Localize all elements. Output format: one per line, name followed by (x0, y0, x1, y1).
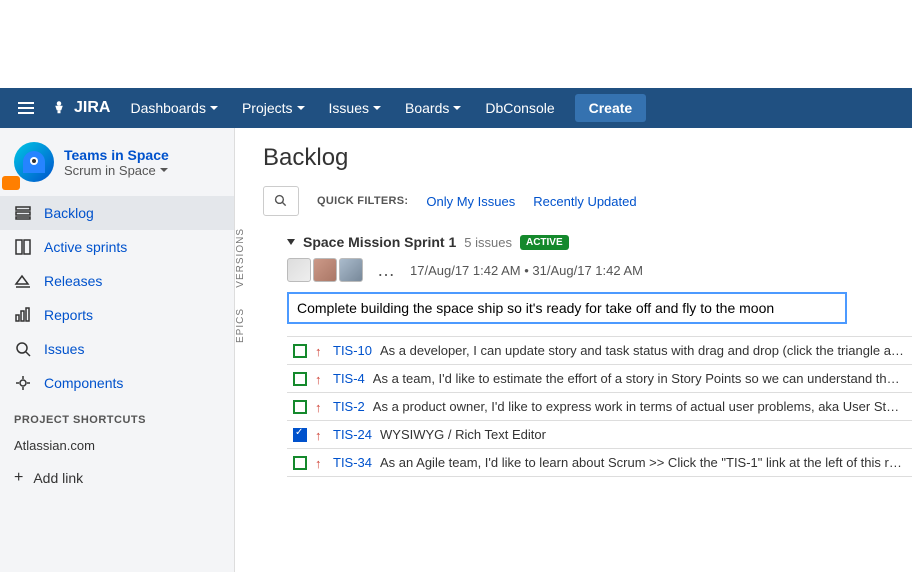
chevron-down-icon (373, 106, 381, 110)
page-title: Backlog (263, 144, 912, 172)
reports-icon (14, 306, 32, 324)
sidebar-item-components[interactable]: Components (0, 366, 234, 400)
issue-row[interactable]: ↑ TIS-10 As a developer, I can update st… (287, 336, 912, 364)
issue-key[interactable]: TIS-24 (333, 427, 372, 442)
quick-filters-row: QUICK FILTERS: Only My Issues Recently U… (263, 186, 912, 216)
issue-key[interactable]: TIS-2 (333, 399, 365, 414)
sidebar-item-active-sprints[interactable]: Active sprints (0, 230, 234, 264)
nav-dbconsole[interactable]: DbConsole (475, 94, 564, 122)
sidebar-item-releases[interactable]: Releases (0, 264, 234, 298)
issue-summary: As an Agile team, I'd like to learn abou… (380, 455, 906, 470)
sidebar-item-label: Active sprints (44, 239, 127, 255)
issue-row[interactable]: ↑ TIS-2 As a product owner, I'd like to … (287, 392, 912, 420)
priority-high-icon: ↑ (315, 372, 325, 386)
sidebar-item-label: Reports (44, 307, 93, 323)
issue-key[interactable]: TIS-4 (333, 371, 365, 386)
avatar[interactable] (287, 258, 311, 282)
nav-issues[interactable]: Issues (319, 94, 391, 122)
sidebar-item-label: Releases (44, 273, 102, 289)
new-issue-input[interactable] (287, 292, 847, 324)
tab-epics[interactable]: EPICS (235, 308, 246, 343)
issue-summary: WYSIWYG / Rich Text Editor (380, 427, 546, 442)
releases-icon (14, 272, 32, 290)
story-icon (293, 344, 307, 358)
story-icon (293, 456, 307, 470)
quick-filters-label: QUICK FILTERS: (317, 195, 408, 207)
project-header: Teams in Space Scrum in Space (0, 142, 234, 196)
quick-filter-recently-updated[interactable]: Recently Updated (533, 194, 636, 209)
priority-high-icon: ↑ (315, 400, 325, 414)
sidebar-item-label: Components (44, 375, 123, 391)
project-name[interactable]: Teams in Space (64, 147, 169, 163)
nav-projects[interactable]: Projects (232, 94, 315, 122)
issue-summary: As a developer, I can update story and t… (380, 343, 906, 358)
issue-list: ↑ TIS-10 As a developer, I can update st… (287, 336, 912, 477)
issue-row[interactable]: ↑ TIS-24 WYSIWYG / Rich Text Editor (287, 420, 912, 448)
sidebar-item-backlog[interactable]: Backlog (0, 196, 234, 230)
chevron-down-icon (453, 106, 461, 110)
chevron-down-icon (297, 106, 305, 110)
menu-icon[interactable] (12, 96, 40, 120)
top-navigation: JIRA Dashboards Projects Issues Boards D… (0, 88, 912, 128)
nav-dashboards[interactable]: Dashboards (120, 94, 228, 122)
shortcut-link[interactable]: Atlassian.com (0, 432, 234, 459)
issue-row[interactable]: ↑ TIS-34 As an Agile team, I'd like to l… (287, 448, 912, 477)
assignee-avatars (287, 258, 363, 282)
search-icon (274, 194, 288, 208)
shortcuts-header: PROJECT SHORTCUTS (0, 400, 234, 432)
add-link-button[interactable]: + Add link (0, 459, 234, 497)
task-icon (293, 428, 307, 442)
create-button[interactable]: Create (575, 94, 647, 122)
priority-high-icon: ↑ (315, 428, 325, 442)
issue-key[interactable]: TIS-10 (333, 343, 372, 358)
plus-icon: + (14, 469, 23, 487)
sprints-icon (14, 238, 32, 256)
avatar[interactable] (313, 258, 337, 282)
sidebar-item-issues[interactable]: Issues (0, 332, 234, 366)
story-icon (293, 400, 307, 414)
issues-icon (14, 340, 32, 358)
add-link-label: Add link (33, 470, 83, 486)
nav-boards[interactable]: Boards (395, 94, 471, 122)
story-icon (293, 372, 307, 386)
issue-key[interactable]: TIS-34 (333, 455, 372, 470)
avatar[interactable] (339, 258, 363, 282)
project-avatar (14, 142, 54, 182)
backlog-icon (14, 204, 32, 222)
sprint-dates: 17/Aug/17 1:42 AM • 31/Aug/17 1:42 AM (410, 263, 643, 278)
chevron-down-icon (160, 168, 168, 172)
board-selector[interactable]: Scrum in Space (64, 163, 169, 178)
status-badge: ACTIVE (520, 235, 569, 250)
sprint-meta: … 17/Aug/17 1:42 AM • 31/Aug/17 1:42 AM (287, 258, 912, 282)
issue-row[interactable]: ↑ TIS-4 As a team, I'd like to estimate … (287, 364, 912, 392)
sprint-name[interactable]: Space Mission Sprint 1 (303, 234, 456, 250)
more-assignees-button[interactable]: … (373, 260, 400, 281)
tab-versions[interactable]: VERSIONS (235, 228, 246, 288)
priority-high-icon: ↑ (315, 344, 325, 358)
expand-toggle-icon[interactable] (287, 239, 295, 245)
jira-logo[interactable]: JIRA (50, 99, 110, 117)
issue-summary: As a team, I'd like to estimate the effo… (373, 371, 906, 386)
logo-text: JIRA (74, 99, 110, 117)
search-button[interactable] (263, 186, 299, 216)
sidebar-item-label: Backlog (44, 205, 94, 221)
issue-summary: As a product owner, I'd like to express … (373, 399, 906, 414)
quick-filter-only-my-issues[interactable]: Only My Issues (426, 194, 515, 209)
sprint-header: Space Mission Sprint 1 5 issues ACTIVE (287, 234, 912, 250)
project-badge-icon (2, 176, 20, 190)
sidebar-item-reports[interactable]: Reports (0, 298, 234, 332)
components-icon (14, 374, 32, 392)
priority-high-icon: ↑ (315, 456, 325, 470)
sidebar: Teams in Space Scrum in Space Backlog Ac… (0, 128, 235, 572)
chevron-down-icon (210, 106, 218, 110)
sprint-issue-count: 5 issues (464, 235, 512, 250)
sidebar-item-label: Issues (44, 341, 84, 357)
main-content: Backlog QUICK FILTERS: Only My Issues Re… (235, 128, 912, 572)
